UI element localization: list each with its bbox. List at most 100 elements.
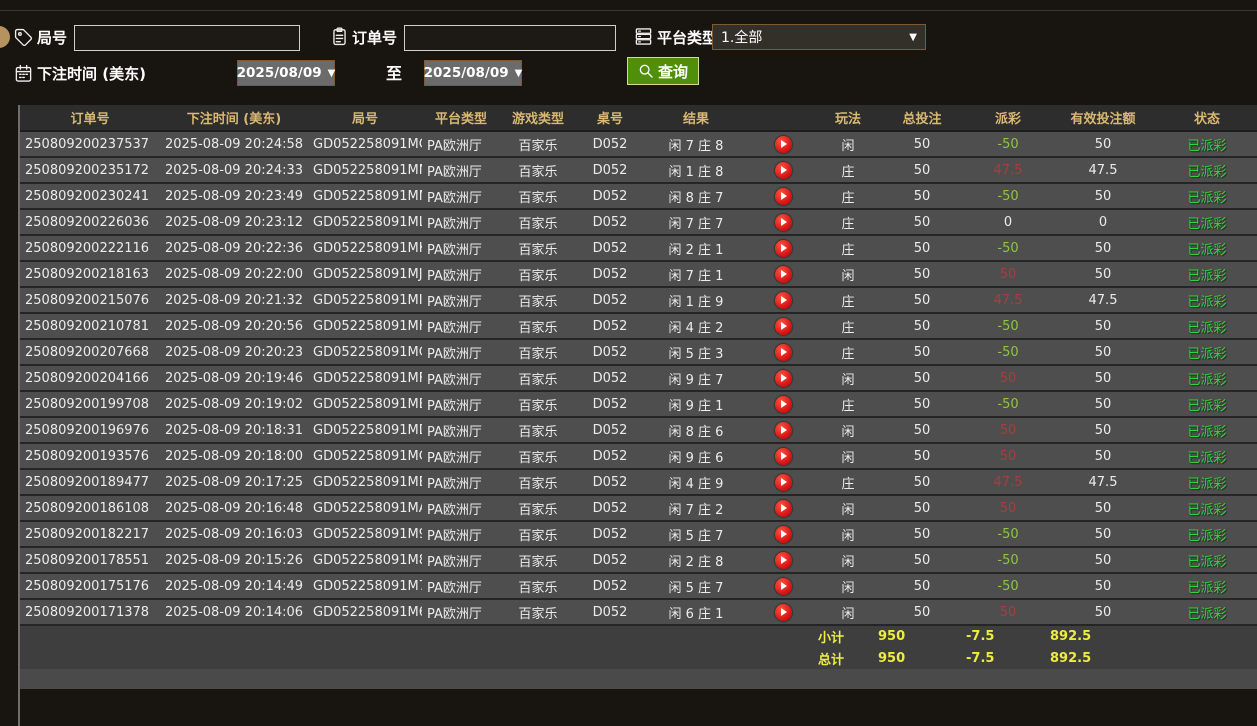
cell-total-bet: 50 [878, 131, 966, 158]
platform-type-select[interactable]: 1.全部 ▼ [712, 24, 926, 50]
replay-video-button[interactable] [774, 291, 792, 309]
cell-play-type: 庄 [818, 157, 878, 184]
cell-total-bet: 50 [878, 547, 966, 574]
cell-platform: PA欧洲厅 [422, 131, 500, 158]
table-row: 250809200171378 2025-08-09 20:14:06 GD05… [20, 599, 1257, 626]
cell-valid-bet: 50 [1050, 391, 1156, 418]
date-from-select[interactable]: 2025/08/09 ▼ [237, 60, 335, 86]
cell-payout: 50 [966, 443, 1050, 470]
cell-round-no: GD052258091M8 [308, 547, 422, 574]
cell-payout: 50 [966, 599, 1050, 626]
cell-bet-time: 2025-08-09 20:22:00 [160, 261, 308, 288]
replay-video-button[interactable] [774, 239, 792, 257]
chevron-down-icon: ▼ [514, 67, 523, 79]
cell-replay [748, 573, 818, 600]
cell-game-type: 百家乐 [500, 417, 576, 444]
cell-replay [748, 131, 818, 158]
replay-video-button[interactable] [774, 499, 792, 517]
cell-game-type: 百家乐 [500, 157, 576, 184]
replay-video-button[interactable] [774, 317, 792, 335]
cell-table-no: D052 [576, 183, 644, 210]
replay-video-button[interactable] [774, 551, 792, 569]
cell-game-type: 百家乐 [500, 391, 576, 418]
cell-bet-time: 2025-08-09 20:19:46 [160, 365, 308, 392]
play-icon [781, 582, 787, 590]
cell-order-no: 250809200199708 [20, 391, 160, 418]
cell-round-no: GD052258091MM [308, 183, 422, 210]
cell-status: 已派彩 [1156, 235, 1257, 262]
tag-icon [14, 28, 33, 47]
replay-video-button[interactable] [774, 447, 792, 465]
date-to-value: 2025/08/09 [423, 65, 509, 81]
cell-valid-bet: 50 [1050, 313, 1156, 340]
cell-replay [748, 521, 818, 548]
cell-play-type: 闲 [818, 443, 878, 470]
cell-play-type: 闲 [818, 131, 878, 158]
column-header-play-type: 玩法 [818, 105, 878, 132]
play-icon [781, 504, 787, 512]
replay-video-button[interactable] [774, 213, 792, 231]
cell-play-type: 庄 [818, 287, 878, 314]
replay-video-button[interactable] [774, 473, 792, 491]
cell-total-bet: 50 [878, 183, 966, 210]
bet-records-table: 订单号 下注时间 (美东) 局号 平台类型 游戏类型 桌号 结果 玩法 总投注 … [18, 105, 1257, 726]
replay-video-button[interactable] [774, 343, 792, 361]
date-to-select[interactable]: 2025/08/09 ▼ [424, 60, 522, 86]
replay-video-button[interactable] [774, 369, 792, 387]
order-no-input[interactable] [404, 25, 616, 51]
round-no-input[interactable] [74, 25, 300, 51]
cell-payout: -50 [966, 183, 1050, 210]
cell-payout: -50 [966, 131, 1050, 158]
cell-order-no: 250809200204166 [20, 365, 160, 392]
cell-valid-bet: 47.5 [1050, 287, 1156, 314]
cell-replay [748, 183, 818, 210]
total-valid-bet: 892.5 [1050, 647, 1156, 669]
cell-total-bet: 50 [878, 261, 966, 288]
sidebar-collapse-handle[interactable] [0, 26, 10, 48]
cell-platform: PA欧洲厅 [422, 365, 500, 392]
replay-video-button[interactable] [774, 525, 792, 543]
cell-table-no: D052 [576, 391, 644, 418]
cell-valid-bet: 50 [1050, 547, 1156, 574]
search-button[interactable]: 查询 [627, 57, 700, 85]
cell-round-no: GD052258091MN [308, 157, 422, 184]
cell-game-type: 百家乐 [500, 573, 576, 600]
top-divider [0, 10, 1257, 11]
cell-total-bet: 50 [878, 339, 966, 366]
replay-video-button[interactable] [774, 265, 792, 283]
cell-play-type: 闲 [818, 547, 878, 574]
bet-records-screen: 局号 订单号 平台类型 1.全部 ▼ 下注时间 (美东) 2025/08/09 … [0, 0, 1257, 726]
cell-order-no: 250809200226036 [20, 209, 160, 236]
chevron-down-icon: ▼ [909, 31, 917, 43]
replay-video-button[interactable] [774, 421, 792, 439]
cell-platform: PA欧洲厅 [422, 183, 500, 210]
replay-video-button[interactable] [774, 577, 792, 595]
cell-replay [748, 261, 818, 288]
cell-table-no: D052 [576, 495, 644, 522]
cell-status: 已派彩 [1156, 131, 1257, 158]
cell-valid-bet: 47.5 [1050, 469, 1156, 496]
cell-status: 已派彩 [1156, 521, 1257, 548]
replay-video-button[interactable] [774, 603, 792, 621]
play-icon [781, 348, 787, 356]
cell-result: 闲 9 庄 6 [644, 443, 748, 470]
total-total-bet: 950 [878, 647, 966, 669]
cell-result: 闲 4 庄 2 [644, 313, 748, 340]
cell-platform: PA欧洲厅 [422, 469, 500, 496]
cell-platform: PA欧洲厅 [422, 495, 500, 522]
cell-order-no: 250809200230241 [20, 183, 160, 210]
replay-video-button[interactable] [774, 161, 792, 179]
replay-video-button[interactable] [774, 187, 792, 205]
play-icon [781, 530, 787, 538]
cell-round-no: GD052258091M6 [308, 599, 422, 626]
replay-video-button[interactable] [774, 135, 792, 153]
table-row: 250809200230241 2025-08-09 20:23:49 GD05… [20, 183, 1257, 210]
cell-order-no: 250809200215076 [20, 287, 160, 314]
cell-total-bet: 50 [878, 235, 966, 262]
cell-status: 已派彩 [1156, 573, 1257, 600]
column-header-result: 结果 [644, 105, 748, 132]
cell-total-bet: 50 [878, 209, 966, 236]
replay-video-button[interactable] [774, 395, 792, 413]
cell-bet-time: 2025-08-09 20:21:32 [160, 287, 308, 314]
column-header-table-no: 桌号 [576, 105, 644, 132]
